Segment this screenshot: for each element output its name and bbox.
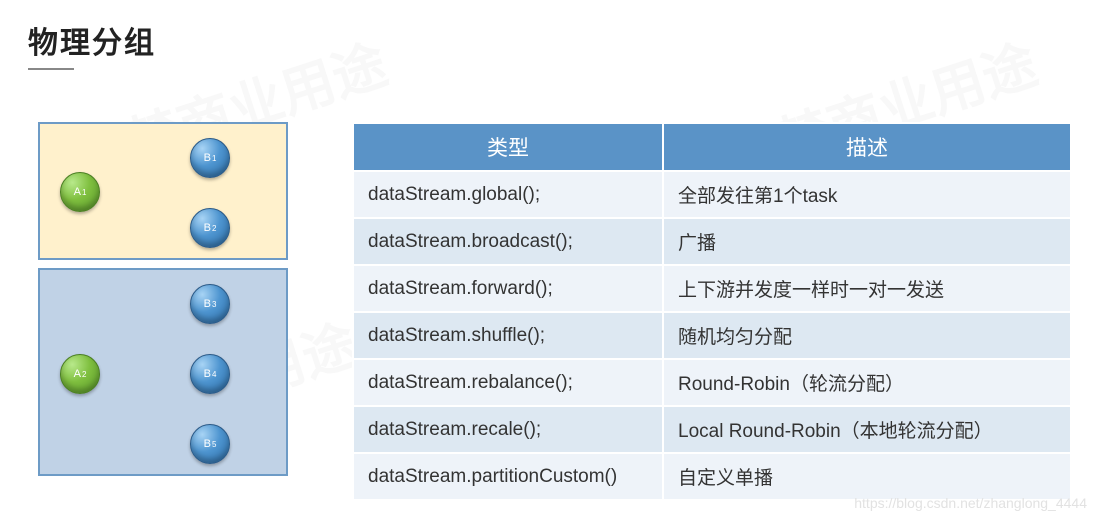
- table-cell-type: dataStream.shuffle();: [353, 312, 663, 359]
- table-row: dataStream.partitionCustom()自定义单播: [353, 453, 1071, 500]
- table-row: dataStream.global();全部发往第1个task: [353, 171, 1071, 218]
- node-a1: A1: [60, 172, 100, 212]
- node-label-sub: 1: [82, 188, 86, 197]
- node-b1: B1: [190, 138, 230, 178]
- table-header-type: 类型: [353, 123, 663, 171]
- node-b5: B5: [190, 424, 230, 464]
- node-label-base: B: [204, 298, 211, 310]
- node-label-sub: 2: [212, 224, 216, 233]
- table-cell-desc: 自定义单播: [663, 453, 1071, 500]
- node-label-sub: 1: [212, 154, 216, 163]
- node-label-base: A: [74, 368, 81, 380]
- node-b3: B3: [190, 284, 230, 324]
- node-label-base: B: [204, 368, 211, 380]
- table-cell-type: dataStream.broadcast();: [353, 218, 663, 265]
- table-cell-desc: 随机均匀分配: [663, 312, 1071, 359]
- table-cell-type: dataStream.global();: [353, 171, 663, 218]
- node-b4: B4: [190, 354, 230, 394]
- table-cell-type: dataStream.partitionCustom(): [353, 453, 663, 500]
- node-label-sub: 4: [212, 370, 216, 379]
- node-label-sub: 2: [82, 370, 86, 379]
- diagram-top-box: A1B1B2: [38, 122, 288, 260]
- partition-diagram: A1B1B2 B3A2B4B5: [38, 122, 288, 476]
- node-label-sub: 3: [212, 300, 216, 309]
- node-label-base: B: [204, 222, 211, 234]
- node-label-sub: 5: [212, 440, 216, 449]
- table-row: dataStream.forward();上下游并发度一样时一对一发送: [353, 265, 1071, 312]
- table-cell-type: dataStream.rebalance();: [353, 359, 663, 406]
- diagram-bottom-box: B3A2B4B5: [38, 268, 288, 476]
- table-row: dataStream.broadcast();广播: [353, 218, 1071, 265]
- node-label-base: B: [204, 438, 211, 450]
- table-row: dataStream.rebalance();Round-Robin（轮流分配）: [353, 359, 1071, 406]
- table-cell-desc: 全部发往第1个task: [663, 171, 1071, 218]
- table-cell-type: dataStream.forward();: [353, 265, 663, 312]
- table-cell-desc: Round-Robin（轮流分配）: [663, 359, 1071, 406]
- node-b2: B2: [190, 208, 230, 248]
- partition-table: 类型 描述 dataStream.global();全部发往第1个taskdat…: [352, 122, 1072, 501]
- title-underline: [28, 68, 74, 70]
- table-row: dataStream.shuffle();随机均匀分配: [353, 312, 1071, 359]
- node-a2: A2: [60, 354, 100, 394]
- node-label-base: B: [204, 152, 211, 164]
- table-cell-type: dataStream.recale();: [353, 406, 663, 453]
- table-cell-desc: 广播: [663, 218, 1071, 265]
- watermark-url: https://blog.csdn.net/zhanglong_4444: [854, 495, 1087, 511]
- table-header-desc: 描述: [663, 123, 1071, 171]
- partition-table-wrap: 类型 描述 dataStream.global();全部发往第1个taskdat…: [352, 122, 1072, 501]
- table-cell-desc: Local Round-Robin（本地轮流分配）: [663, 406, 1071, 453]
- table-cell-desc: 上下游并发度一样时一对一发送: [663, 265, 1071, 312]
- node-label-base: A: [74, 186, 81, 198]
- page-title: 物理分组: [28, 18, 156, 62]
- table-row: dataStream.recale();Local Round-Robin（本地…: [353, 406, 1071, 453]
